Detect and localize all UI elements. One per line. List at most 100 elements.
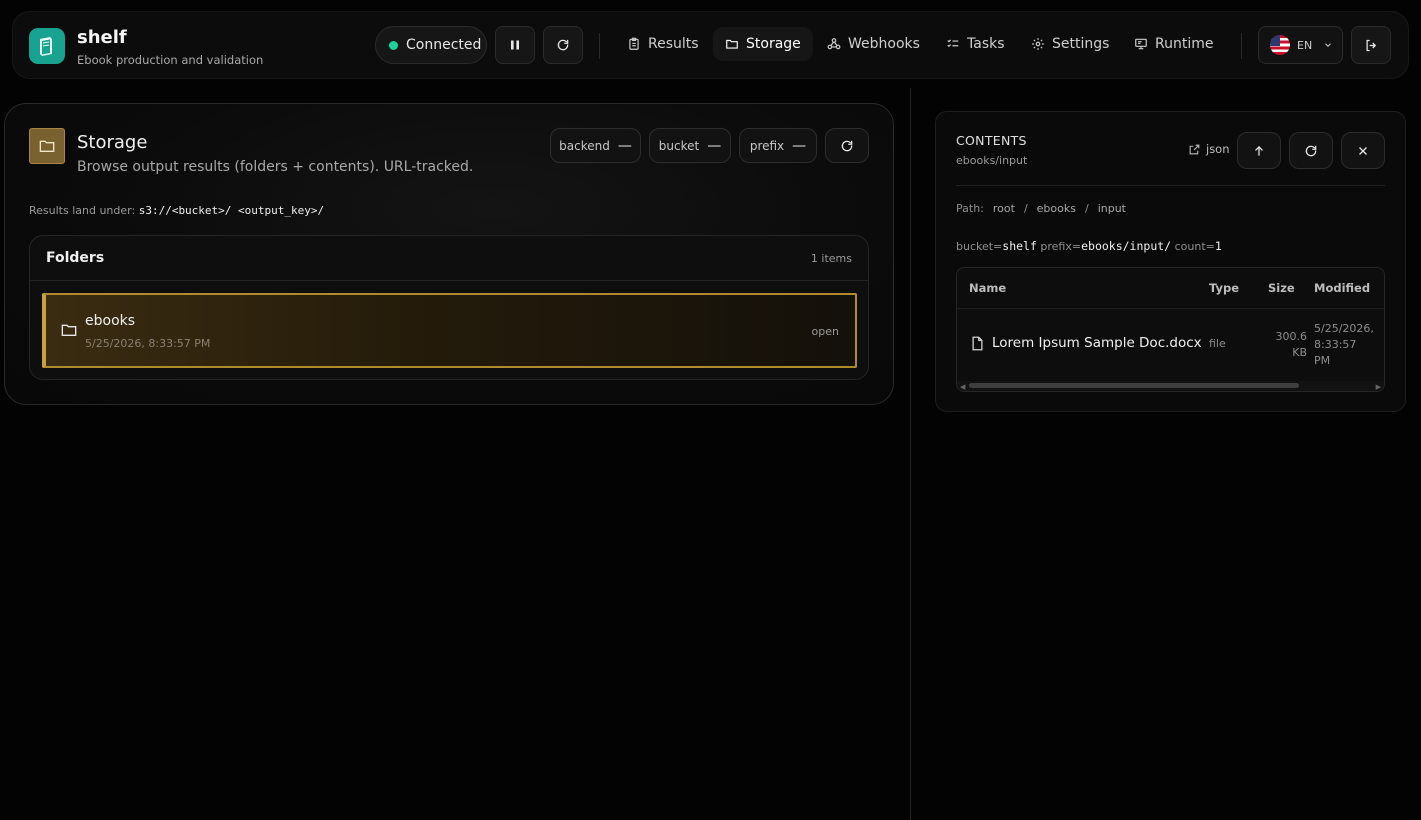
storage-card: Storage Browse output results (folders +… [4, 103, 894, 405]
reload-button[interactable] [543, 26, 583, 64]
chip-value: — [707, 137, 722, 154]
page-subtitle: Browse output results (folders + content… [77, 159, 474, 175]
panel-divider [910, 88, 911, 820]
pause-button[interactable] [495, 26, 535, 64]
nav-storage-label: Storage [746, 36, 801, 52]
nav-storage[interactable]: Storage [713, 27, 813, 61]
list-checks-icon [947, 39, 959, 48]
nav-tasks[interactable]: Tasks [934, 27, 1017, 61]
nav-runtime[interactable]: Runtime [1122, 27, 1225, 61]
folder-date: 5/25/2026, 8:33:57 PM [85, 337, 211, 350]
logout-icon [1366, 39, 1376, 51]
refresh-storage-button[interactable] [825, 128, 869, 163]
scrollbar-thumb[interactable] [969, 383, 1299, 388]
column-header-size[interactable]: Size [1268, 281, 1295, 295]
horizontal-scrollbar[interactable]: ◀ ▶ [957, 381, 1384, 391]
file-size-value: 300.6 [1275, 330, 1308, 343]
file-name-cell[interactable]: Lorem Ipsum Sample Doc.docx [971, 335, 1202, 351]
column-header-name[interactable]: Name [969, 281, 1006, 295]
clipboard-icon [629, 37, 639, 50]
us-flag-icon [1270, 35, 1290, 55]
file-modified-time: 8:33:57 [1314, 338, 1357, 351]
refresh-icon [1305, 145, 1317, 156]
nav-settings-label: Settings [1052, 36, 1110, 52]
column-header-type[interactable]: Type [1209, 281, 1239, 295]
contents-panel: CONTENTS ebooks/input json Path: root / … [935, 111, 1406, 412]
page-title: Storage [77, 132, 148, 153]
backend-chip[interactable]: backend — [550, 128, 641, 163]
meta-count-value: 1 [1214, 239, 1222, 253]
language-code: EN [1297, 38, 1313, 52]
breadcrumb: Path: root / ebooks / input [956, 202, 1126, 215]
breadcrumb-input[interactable]: input [1098, 202, 1126, 215]
prefix-chip[interactable]: prefix — [739, 128, 817, 163]
meta-bucket-key: bucket= [956, 240, 1003, 253]
breadcrumb-root[interactable]: root [993, 202, 1015, 215]
folders-title: Folders [46, 250, 105, 266]
go-up-button[interactable] [1237, 132, 1281, 169]
nav-results[interactable]: Results [615, 27, 711, 61]
app-title: shelf [77, 27, 127, 48]
refresh-icon [557, 39, 569, 51]
file-icon [972, 336, 983, 350]
contents-subtitle: ebooks/input [956, 154, 1028, 167]
folders-header: Folders 1 items [30, 236, 868, 281]
folder-open-link[interactable]: open [812, 325, 839, 338]
contents-table: Name Type Size Modified Lorem Ipsum Samp… [956, 267, 1385, 392]
nav-settings[interactable]: Settings [1019, 27, 1121, 61]
file-modified: 5/25/2026, 8:33:57 PM [1314, 321, 1380, 369]
breadcrumb-sep: / [1023, 202, 1028, 215]
refresh-icon [841, 140, 853, 151]
top-bar: shelf Ebook production and validation Co… [12, 11, 1409, 79]
scroll-right-icon[interactable]: ▶ [1376, 383, 1381, 391]
chevron-down-icon [1325, 43, 1332, 47]
gear-icon [1032, 38, 1044, 50]
json-link-label: json [1206, 142, 1230, 156]
results-location-path: s3://<bucket>/ <output_key>/ [138, 204, 325, 217]
refresh-contents-button[interactable] [1289, 132, 1333, 169]
file-name: Lorem Ipsum Sample Doc.docx [992, 335, 1202, 351]
connection-status[interactable]: Connected [375, 26, 487, 64]
chip-label: backend [559, 138, 610, 153]
monitor-icon [1135, 38, 1147, 50]
file-type: file [1209, 337, 1226, 350]
nav-tasks-label: Tasks [967, 36, 1005, 52]
folder-row-ebooks[interactable]: ebooks 5/25/2026, 8:33:57 PM open [42, 293, 857, 368]
results-location-label: Results land under: [29, 204, 136, 217]
close-contents-button[interactable] [1341, 132, 1385, 169]
nav-webhooks-label: Webhooks [848, 36, 920, 52]
pause-icon [511, 40, 519, 50]
shelf-logo-icon [29, 28, 65, 64]
close-icon [1359, 146, 1367, 155]
chip-value: — [617, 137, 632, 154]
meta-bucket-value: shelf [1002, 239, 1037, 253]
divider [956, 185, 1385, 186]
nav-webhooks[interactable]: Webhooks [815, 27, 932, 61]
folder-icon [61, 324, 77, 336]
folders-panel: Folders 1 items ebooks 5/25/2026, 8:33:5… [29, 235, 869, 380]
scroll-left-icon[interactable]: ◀ [960, 383, 965, 391]
breadcrumb-ebooks[interactable]: ebooks [1037, 202, 1076, 215]
file-size: 300.6 KB [1247, 329, 1308, 361]
json-link[interactable]: json [1188, 142, 1230, 156]
bucket-chip[interactable]: bucket — [649, 128, 731, 163]
arrow-up-icon [1255, 145, 1263, 156]
chip-label: prefix [749, 138, 785, 153]
column-header-modified[interactable]: Modified [1314, 281, 1370, 295]
storage-folder-icon [29, 128, 65, 164]
header-divider [957, 308, 1384, 309]
results-location: Results land under: s3://<bucket>/ <outp… [29, 204, 324, 217]
status-dot-icon [389, 40, 398, 50]
logout-button[interactable] [1351, 26, 1391, 64]
chip-value: — [792, 137, 807, 154]
language-select[interactable]: EN [1258, 26, 1343, 64]
header-divider [599, 33, 600, 59]
folder-name: ebooks [85, 313, 136, 329]
header-divider [1241, 33, 1242, 59]
folder-icon [726, 39, 738, 49]
external-link-icon [1189, 144, 1200, 154]
status-label: Connected [406, 37, 482, 53]
file-size-unit: KB [1292, 346, 1307, 359]
file-modified-ampm: PM [1314, 354, 1331, 367]
breadcrumb-label: Path: [956, 202, 984, 215]
